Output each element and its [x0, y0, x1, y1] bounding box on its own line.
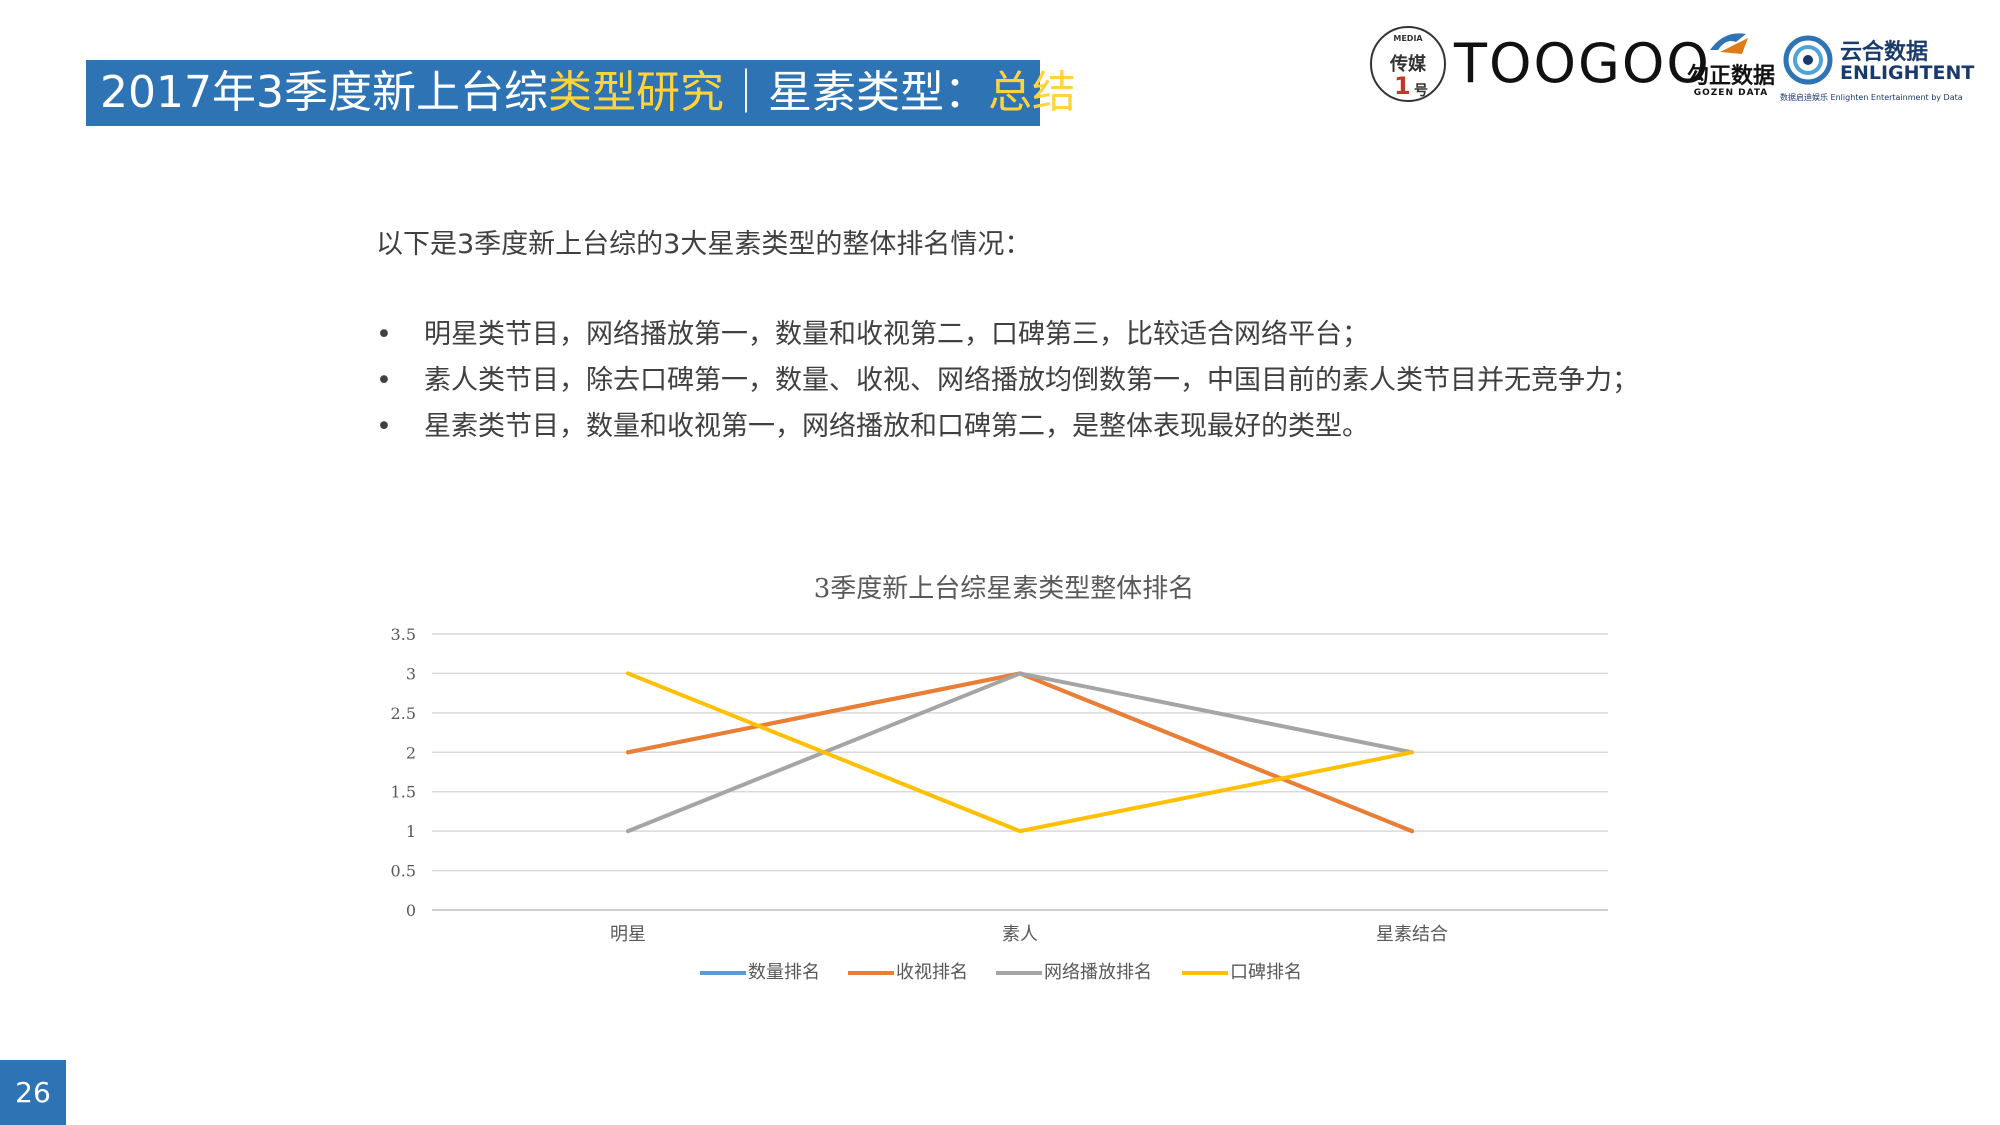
x-tick-label-0: 明星: [610, 924, 646, 945]
legend-item-0: 数量排名: [700, 958, 820, 988]
legend-label-3: 口碑排名: [1230, 962, 1302, 983]
y-tick-label-0: 0: [406, 901, 416, 920]
y-tick-label-3: 1.5: [391, 783, 416, 802]
y-tick-label-6: 3: [406, 664, 416, 683]
legend-item-3: 口碑排名: [1182, 958, 1302, 988]
legend-swatch-3: [1182, 971, 1228, 975]
legend-item-1: 收视排名: [848, 958, 968, 988]
page-number: 26: [0, 1060, 66, 1125]
data-point-1-0: [626, 750, 630, 755]
legend-item-2: 网络播放排名: [996, 958, 1152, 988]
legend-swatch-0: [700, 971, 746, 975]
data-point-3-0: [626, 671, 630, 676]
y-tick-label-1: 0.5: [391, 862, 416, 881]
chart-legend: 数量排名 收视排名 网络播放排名 口碑排名: [700, 958, 1320, 988]
y-tick-label-5: 2.5: [391, 704, 416, 723]
y-tick-label-4: 2: [406, 743, 416, 762]
x-tick-label-1: 素人: [1002, 924, 1038, 945]
legend-label-2: 网络播放排名: [1044, 962, 1152, 983]
legend-label-1: 收视排名: [896, 962, 968, 983]
data-point-2-0: [626, 829, 630, 834]
data-point-3-1: [1018, 829, 1022, 834]
data-point-1-2: [1410, 829, 1414, 834]
x-tick-label-2: 星素结合: [1376, 924, 1448, 945]
line-chart: 0 0.5 1 1.5 2 2.5 3 3.5 明星 素人 星素结合: [391, 625, 1608, 945]
data-point-2-1: [1018, 671, 1022, 676]
legend-swatch-1: [848, 971, 894, 975]
y-tick-label-7: 3.5: [391, 625, 416, 644]
legend-label-0: 数量排名: [748, 962, 820, 983]
y-tick-label-2: 1: [406, 822, 416, 841]
legend-swatch-2: [996, 971, 1042, 975]
data-point-3-2: [1410, 750, 1414, 755]
